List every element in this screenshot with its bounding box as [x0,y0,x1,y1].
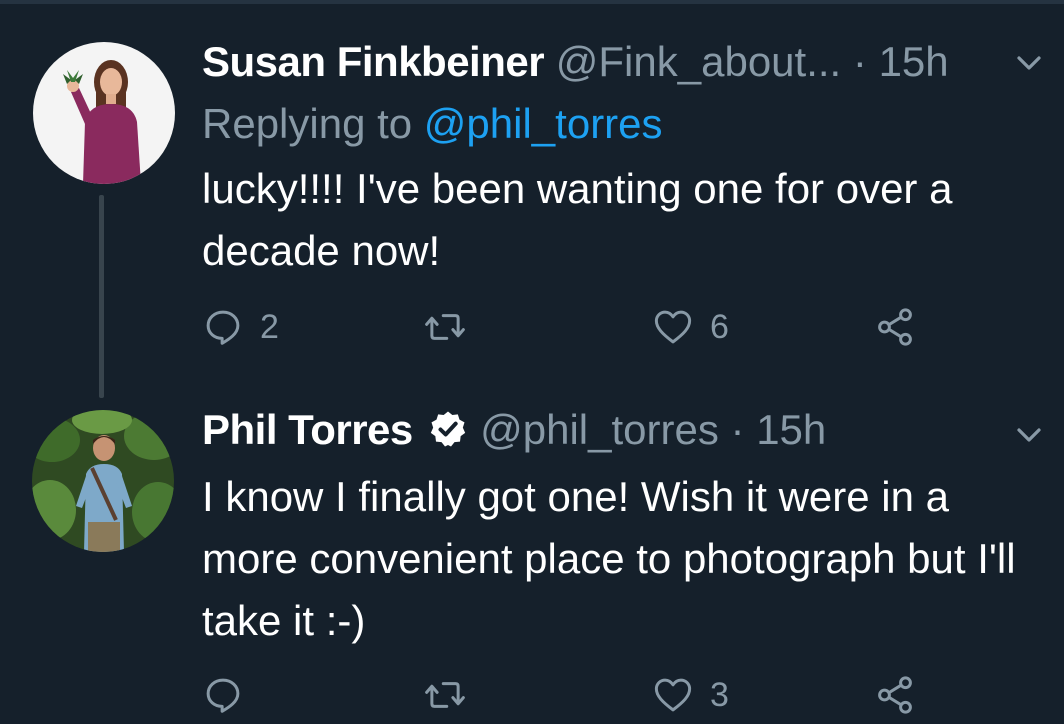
like-button[interactable]: 6 [652,302,729,352]
share-icon [878,308,912,346]
tweet-text: lucky!!!! I've been wanting one for over… [202,165,953,274]
tweet-actions: 3 [202,670,962,720]
like-button[interactable]: 3 [652,670,729,720]
retweet-icon [425,682,465,708]
share-button[interactable] [874,302,916,352]
retweet-button[interactable] [424,670,482,720]
reply-count: 2 [260,307,279,346]
replying-to-label: Replying to [202,100,413,147]
retweet-icon [425,314,465,340]
heart-icon [654,310,692,344]
avatar[interactable] [33,42,175,184]
replying-to-handle-link[interactable]: @phil_torres [424,100,663,147]
display-name[interactable]: Phil Torres [202,406,413,453]
heart-icon [654,678,692,712]
separator-dot: · [852,38,867,85]
reply-icon [206,310,240,345]
avatar[interactable] [32,410,174,552]
tweet-text: I know I finally got one! Wish it were i… [202,473,1016,644]
retweet-button[interactable] [424,302,482,352]
chevron-down-icon[interactable] [1014,48,1044,78]
avatar-image [33,42,175,184]
reply-button[interactable]: 2 [202,302,279,352]
timestamp[interactable]: 15h [756,406,826,453]
timestamp[interactable]: 15h [879,38,949,85]
tweet[interactable]: Susan Finkbeiner @Fink_about... · 15h Re… [0,0,1064,390]
chevron-down-icon[interactable] [1014,420,1044,450]
tweet-actions: 2 6 [202,302,962,352]
tweet-header: Susan Finkbeiner @Fink_about... · 15h [202,38,949,86]
avatar-image [32,410,174,552]
user-handle[interactable]: @phil_torres [480,406,719,453]
like-count: 3 [710,675,729,714]
tweet[interactable]: Phil Torres @phil_torres · 15h I know I … [0,390,1064,724]
reply-icon [206,678,240,713]
tweet-header: Phil Torres @phil_torres · 15h [202,406,826,454]
user-handle[interactable]: @Fink_about... [556,38,841,85]
separator-dot: · [730,406,745,453]
display-name[interactable]: Susan Finkbeiner [202,38,545,85]
verified-badge-icon [431,411,466,447]
share-button[interactable] [874,670,916,720]
reply-button[interactable] [202,670,260,720]
replying-to: Replying to @phil_torres [202,100,663,148]
share-icon [878,676,912,714]
like-count: 6 [710,307,729,346]
